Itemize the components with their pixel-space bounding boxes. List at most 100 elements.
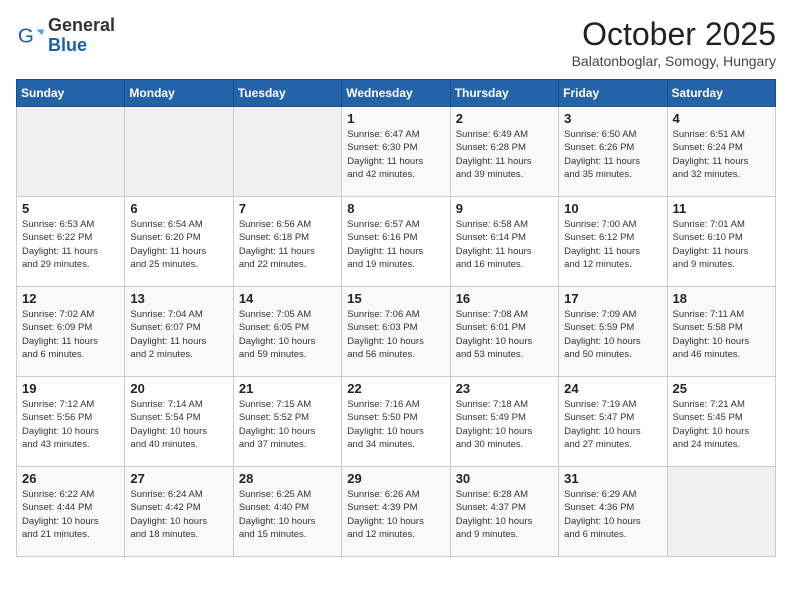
day-info: Sunrise: 6:56 AM Sunset: 6:18 PM Dayligh… [239, 218, 336, 271]
logo-icon: G [16, 22, 44, 50]
calendar-cell: 2 Sunrise: 6:49 AM Sunset: 6:28 PM Daylig… [450, 107, 558, 197]
day-info: Sunrise: 7:00 AM Sunset: 6:12 PM Dayligh… [564, 218, 661, 271]
day-info: Sunrise: 6:50 AM Sunset: 6:26 PM Dayligh… [564, 128, 661, 181]
day-number: 1 [347, 111, 444, 126]
calendar-cell: 8 Sunrise: 6:57 AM Sunset: 6:16 PM Daylig… [342, 197, 450, 287]
day-info: Sunrise: 7:19 AM Sunset: 5:47 PM Dayligh… [564, 398, 661, 451]
header-wednesday: Wednesday [342, 80, 450, 107]
calendar-cell: 9 Sunrise: 6:58 AM Sunset: 6:14 PM Daylig… [450, 197, 558, 287]
day-number: 12 [22, 291, 119, 306]
header-tuesday: Tuesday [233, 80, 341, 107]
calendar-week-row: 5 Sunrise: 6:53 AM Sunset: 6:22 PM Daylig… [17, 197, 776, 287]
calendar-cell: 10Sunrise: 7:00 AM Sunset: 6:12 PM Dayli… [559, 197, 667, 287]
calendar-cell: 18 Sunrise: 7:11 AM Sunset: 5:58 PM Dayli… [667, 287, 775, 377]
day-info: Sunrise: 6:58 AM Sunset: 6:14 PM Dayligh… [456, 218, 553, 271]
day-number: 24 [564, 381, 661, 396]
day-info: Sunrise: 6:49 AM Sunset: 6:28 PM Dayligh… [456, 128, 553, 181]
day-info: Sunrise: 6:26 AM Sunset: 4:39 PM Dayligh… [347, 488, 444, 541]
calendar-week-row: 19 Sunrise: 7:12 AM Sunset: 5:56 PM Dayli… [17, 377, 776, 467]
day-info: Sunrise: 6:47 AM Sunset: 6:30 PM Dayligh… [347, 128, 444, 181]
calendar-cell: 12 Sunrise: 7:02 AM Sunset: 6:09 PM Dayli… [17, 287, 125, 377]
header-sunday: Sunday [17, 80, 125, 107]
calendar-cell: 23Sunrise: 7:18 AM Sunset: 5:49 PM Dayli… [450, 377, 558, 467]
day-number: 5 [22, 201, 119, 216]
calendar-cell: 25 Sunrise: 7:21 AM Sunset: 5:45 PM Dayli… [667, 377, 775, 467]
day-info: Sunrise: 6:24 AM Sunset: 4:42 PM Dayligh… [130, 488, 227, 541]
calendar-cell [17, 107, 125, 197]
day-info: Sunrise: 7:02 AM Sunset: 6:09 PM Dayligh… [22, 308, 119, 361]
day-number: 16 [456, 291, 553, 306]
day-number: 9 [456, 201, 553, 216]
calendar-cell: 29 Sunrise: 6:26 AM Sunset: 4:39 PM Dayli… [342, 467, 450, 557]
calendar-cell: 17Sunrise: 7:09 AM Sunset: 5:59 PM Dayli… [559, 287, 667, 377]
page-header: G General Blue October 2025 Balatonbogla… [16, 16, 776, 69]
day-number: 2 [456, 111, 553, 126]
day-number: 27 [130, 471, 227, 486]
day-info: Sunrise: 6:53 AM Sunset: 6:22 PM Dayligh… [22, 218, 119, 271]
day-number: 20 [130, 381, 227, 396]
header-thursday: Thursday [450, 80, 558, 107]
day-number: 8 [347, 201, 444, 216]
calendar-cell: 1 Sunrise: 6:47 AM Sunset: 6:30 PM Daylig… [342, 107, 450, 197]
svg-text:G: G [18, 24, 34, 47]
day-info: Sunrise: 7:01 AM Sunset: 6:10 PM Dayligh… [673, 218, 770, 271]
month-title: October 2025 [572, 16, 776, 53]
day-info: Sunrise: 6:28 AM Sunset: 4:37 PM Dayligh… [456, 488, 553, 541]
day-number: 4 [673, 111, 770, 126]
calendar-cell: 30Sunrise: 6:28 AM Sunset: 4:37 PM Dayli… [450, 467, 558, 557]
calendar-cell: 3Sunrise: 6:50 AM Sunset: 6:26 PM Daylig… [559, 107, 667, 197]
day-number: 23 [456, 381, 553, 396]
day-number: 31 [564, 471, 661, 486]
day-number: 19 [22, 381, 119, 396]
calendar-table: SundayMondayTuesdayWednesdayThursdayFrid… [16, 79, 776, 557]
calendar-cell: 20Sunrise: 7:14 AM Sunset: 5:54 PM Dayli… [125, 377, 233, 467]
calendar-cell [667, 467, 775, 557]
calendar-cell: 13 Sunrise: 7:04 AM Sunset: 6:07 PM Dayli… [125, 287, 233, 377]
calendar-cell: 28 Sunrise: 6:25 AM Sunset: 4:40 PM Dayli… [233, 467, 341, 557]
day-number: 11 [673, 201, 770, 216]
location-subtitle: Balatonboglar, Somogy, Hungary [572, 53, 776, 69]
calendar-cell: 21Sunrise: 7:15 AM Sunset: 5:52 PM Dayli… [233, 377, 341, 467]
calendar-header-row: SundayMondayTuesdayWednesdayThursdayFrid… [17, 80, 776, 107]
calendar-cell: 5 Sunrise: 6:53 AM Sunset: 6:22 PM Daylig… [17, 197, 125, 287]
day-info: Sunrise: 7:16 AM Sunset: 5:50 PM Dayligh… [347, 398, 444, 451]
calendar-cell [125, 107, 233, 197]
calendar-week-row: 26 Sunrise: 6:22 AM Sunset: 4:44 PM Dayli… [17, 467, 776, 557]
calendar-cell: 24 Sunrise: 7:19 AM Sunset: 5:47 PM Dayli… [559, 377, 667, 467]
day-number: 29 [347, 471, 444, 486]
day-info: Sunrise: 6:25 AM Sunset: 4:40 PM Dayligh… [239, 488, 336, 541]
calendar-cell: 14 Sunrise: 7:05 AM Sunset: 6:05 PM Dayli… [233, 287, 341, 377]
day-info: Sunrise: 7:21 AM Sunset: 5:45 PM Dayligh… [673, 398, 770, 451]
header-saturday: Saturday [667, 80, 775, 107]
day-number: 13 [130, 291, 227, 306]
day-number: 22 [347, 381, 444, 396]
logo-blue: Blue [48, 36, 115, 56]
day-info: Sunrise: 7:11 AM Sunset: 5:58 PM Dayligh… [673, 308, 770, 361]
day-info: Sunrise: 6:57 AM Sunset: 6:16 PM Dayligh… [347, 218, 444, 271]
day-number: 15 [347, 291, 444, 306]
logo-general: General [48, 16, 115, 36]
day-info: Sunrise: 7:05 AM Sunset: 6:05 PM Dayligh… [239, 308, 336, 361]
calendar-cell: 27 Sunrise: 6:24 AM Sunset: 4:42 PM Dayli… [125, 467, 233, 557]
day-number: 6 [130, 201, 227, 216]
day-info: Sunrise: 6:54 AM Sunset: 6:20 PM Dayligh… [130, 218, 227, 271]
day-info: Sunrise: 7:15 AM Sunset: 5:52 PM Dayligh… [239, 398, 336, 451]
header-monday: Monday [125, 80, 233, 107]
logo-text: General Blue [48, 16, 115, 56]
calendar-cell: 19 Sunrise: 7:12 AM Sunset: 5:56 PM Dayli… [17, 377, 125, 467]
day-number: 28 [239, 471, 336, 486]
day-info: Sunrise: 7:06 AM Sunset: 6:03 PM Dayligh… [347, 308, 444, 361]
day-info: Sunrise: 7:12 AM Sunset: 5:56 PM Dayligh… [22, 398, 119, 451]
day-number: 7 [239, 201, 336, 216]
day-info: Sunrise: 6:22 AM Sunset: 4:44 PM Dayligh… [22, 488, 119, 541]
calendar-week-row: 12 Sunrise: 7:02 AM Sunset: 6:09 PM Dayli… [17, 287, 776, 377]
day-number: 14 [239, 291, 336, 306]
day-number: 25 [673, 381, 770, 396]
calendar-cell: 26 Sunrise: 6:22 AM Sunset: 4:44 PM Dayli… [17, 467, 125, 557]
day-number: 18 [673, 291, 770, 306]
calendar-cell: 4Sunrise: 6:51 AM Sunset: 6:24 PM Daylig… [667, 107, 775, 197]
day-info: Sunrise: 7:04 AM Sunset: 6:07 PM Dayligh… [130, 308, 227, 361]
calendar-cell: 22 Sunrise: 7:16 AM Sunset: 5:50 PM Dayli… [342, 377, 450, 467]
day-number: 26 [22, 471, 119, 486]
calendar-cell: 15 Sunrise: 7:06 AM Sunset: 6:03 PM Dayli… [342, 287, 450, 377]
